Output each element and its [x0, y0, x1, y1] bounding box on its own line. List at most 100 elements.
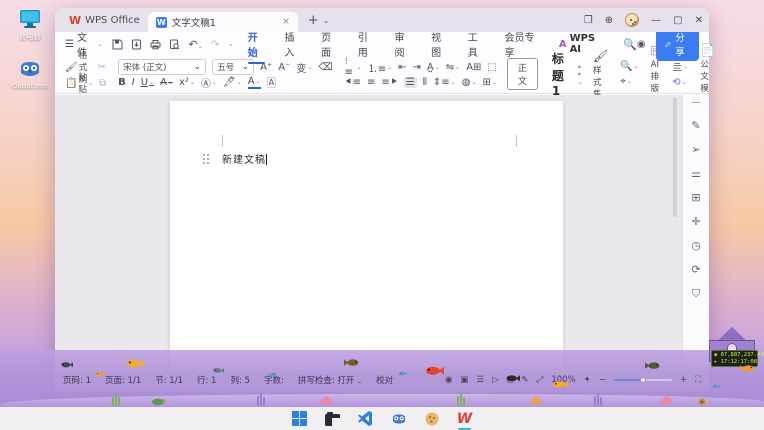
styles-down-icon[interactable]: ▾: [578, 71, 583, 78]
char-border-button[interactable]: A⊞: [466, 62, 481, 73]
close-button[interactable]: ✕: [695, 15, 703, 26]
cut-button[interactable]: ✂: [98, 62, 106, 73]
cookie-pet-icon[interactable]: [423, 410, 440, 427]
print-button[interactable]: [150, 39, 161, 50]
clear-format-button[interactable]: ⌫: [318, 62, 332, 73]
select-cursor-icon[interactable]: ➢: [691, 143, 700, 156]
bookmark-tag-icon[interactable]: ⛉: [692, 287, 700, 301]
print-preview-button[interactable]: [169, 39, 180, 50]
line-spacing-button[interactable]: ⇕≡⌄: [433, 77, 456, 88]
cjk-layout-button[interactable]: ⇋⌄: [446, 62, 460, 73]
redo-button[interactable]: ↷: [211, 38, 220, 51]
customize-toolbar-chevron-icon[interactable]: ⌄: [228, 40, 234, 48]
strikethrough-button[interactable]: A⌄: [160, 77, 173, 88]
history-clock-icon[interactable]: ◷: [691, 239, 701, 252]
align-left-button[interactable]: ⯇≡: [345, 77, 361, 88]
styles-more-icon[interactable]: ⌄: [578, 79, 583, 86]
document-tab[interactable]: W 文字文稿1 ×: [148, 12, 298, 32]
globe-icon[interactable]: ⊕: [605, 15, 613, 26]
eye-care-icon[interactable]: ◉: [445, 375, 452, 385]
desktop-icon-this-pc[interactable]: 此电脑: [6, 8, 54, 42]
document-text[interactable]: 新建文稿: [222, 151, 267, 166]
tab-page[interactable]: 页面: [321, 29, 339, 59]
calendar-edit-icon[interactable]: ⊞: [691, 191, 700, 204]
font-name-select[interactable]: 宋体 (正文)⌄: [118, 59, 206, 75]
char-scale-button[interactable]: A͍⌄: [427, 62, 440, 73]
wps-taskbar-icon[interactable]: W: [456, 410, 473, 427]
minimize-button[interactable]: —: [651, 15, 661, 26]
paste-button[interactable]: 📋粘贴⌄: [65, 71, 93, 95]
windows-start-button[interactable]: [291, 410, 308, 427]
wps-office-brand[interactable]: W WPS Office: [61, 12, 148, 29]
new-tab-button[interactable]: +: [308, 13, 319, 28]
move-arrows-icon[interactable]: ✛: [691, 215, 700, 228]
eye-protect-icon[interactable]: ◉: [637, 39, 646, 50]
zoom-in-button[interactable]: +: [680, 375, 687, 385]
zoom-out-button[interactable]: −: [599, 375, 606, 385]
increase-indent-button[interactable]: ⇥: [413, 62, 421, 73]
read-mode-icon[interactable]: ▷: [492, 375, 499, 385]
decrease-font-button[interactable]: A⁻: [278, 62, 290, 73]
outline-view-icon[interactable]: ☰: [476, 375, 484, 385]
tab-insert[interactable]: 插入: [284, 29, 302, 59]
godot-taskbar-icon[interactable]: [390, 410, 407, 427]
style-heading1[interactable]: 标题 1: [542, 58, 574, 90]
text-tool-button[interactable]: 亖⌄: [672, 59, 688, 74]
workspace-icon[interactable]: ❐: [584, 15, 593, 26]
justify-button[interactable]: ☰: [404, 77, 417, 88]
convert-button[interactable]: ⟲⌄: [672, 77, 686, 88]
ink-pen-icon[interactable]: ✎: [521, 375, 528, 385]
tab-view[interactable]: 视图: [431, 29, 449, 59]
phonetic-guide-button[interactable]: 变⌄: [296, 60, 312, 75]
style-set-button[interactable]: 🖌 样式集: [589, 57, 612, 91]
font-color-button[interactable]: A⌄: [248, 77, 261, 89]
underline-button[interactable]: U⌄: [141, 77, 154, 88]
best-fit-star-icon[interactable]: ✦: [584, 375, 591, 385]
bold-button[interactable]: B: [118, 77, 126, 88]
italic-button[interactable]: I: [132, 77, 135, 88]
select-button[interactable]: ⌖⌄: [620, 76, 632, 87]
paragraph-drag-handle-icon[interactable]: [202, 153, 211, 165]
export-pdf-button[interactable]: [131, 39, 142, 50]
zoom-slider[interactable]: [614, 379, 672, 381]
align-right-button[interactable]: ≡⯈: [381, 77, 397, 88]
official-doc-mode-button[interactable]: 📄 公文模式: [696, 57, 719, 91]
paragraph-layout-button[interactable]: ⬚: [487, 62, 496, 73]
copy-button[interactable]: ⧉: [99, 78, 106, 89]
save-button[interactable]: [112, 39, 123, 50]
numbering-button[interactable]: ⒈≡⌄: [368, 60, 392, 75]
find-button[interactable]: 🔍⌄: [620, 61, 638, 72]
style-normal[interactable]: 正文: [507, 58, 538, 90]
shading-color-button[interactable]: ◍⌄: [462, 77, 477, 88]
vscode-icon[interactable]: [357, 410, 374, 427]
refresh-icon[interactable]: ⟳: [691, 263, 700, 276]
styles-up-icon[interactable]: ▴: [578, 63, 583, 70]
align-center-button[interactable]: ≡: [367, 77, 375, 88]
search-icon[interactable]: 🔍: [623, 38, 637, 51]
proofread-button[interactable]: 校对: [376, 374, 393, 386]
tab-review[interactable]: 审阅: [394, 29, 412, 59]
borders-button[interactable]: ⊞⌄: [482, 77, 496, 88]
adjust-sliders-icon[interactable]: ⚌: [691, 167, 701, 180]
text-effects-button[interactable]: Ⓐ⌄: [201, 75, 217, 90]
tab-close-icon[interactable]: ×: [282, 17, 290, 27]
distribute-button[interactable]: ⫴: [423, 77, 427, 88]
desktop-icon-godot[interactable]: Godot.exe: [6, 58, 54, 90]
superscript-button[interactable]: x²⌄: [179, 77, 195, 88]
tab-tools[interactable]: 工具: [468, 29, 486, 59]
highlight-color-button[interactable]: 🖊⌄: [223, 77, 242, 88]
tab-member[interactable]: 会员专享: [504, 29, 539, 59]
character-shading-button[interactable]: A: [267, 77, 276, 88]
tab-reference[interactable]: 引用: [358, 29, 376, 59]
spellcheck-status[interactable]: 拼写检查: 打开 ⌄: [298, 374, 362, 386]
user-avatar[interactable]: [625, 13, 639, 27]
tab-home[interactable]: 开始: [248, 29, 266, 59]
tab-list-chevron-icon[interactable]: ⌄: [323, 16, 330, 25]
file-explorer-icon[interactable]: [324, 410, 341, 427]
undo-button[interactable]: ↶⌄: [188, 38, 202, 51]
edit-pen-icon[interactable]: ✎: [691, 119, 700, 132]
fit-page-icon[interactable]: ⤢: [537, 375, 544, 385]
decrease-indent-button[interactable]: ⇤: [398, 62, 406, 73]
collapse-panel-icon[interactable]: —: [691, 97, 701, 108]
document-page[interactable]: 新建文稿: [170, 101, 563, 368]
